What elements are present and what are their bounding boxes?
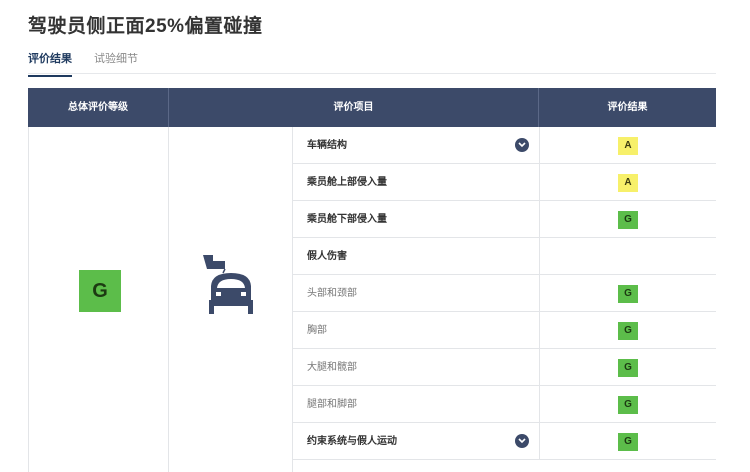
row-label: 头部和颈部 (307, 288, 357, 299)
result-cell: G (539, 423, 716, 460)
table-row: 乘员舱上部侵入量 A (293, 164, 716, 201)
grade-badge: G (618, 359, 638, 377)
result-cell: G (539, 275, 716, 312)
grade-badge: G (618, 285, 638, 303)
table-row: 腿部和脚部 G (293, 386, 716, 423)
result-cell: G (539, 386, 716, 423)
offset-crash-car-icon (203, 255, 253, 314)
grade-badge: A (618, 174, 638, 192)
evaluation-rows: 车辆结构 A 乘员舱上部侵入量 A 乘员舱下部侵入量 G 假人伤害 头部和颈部 … (293, 127, 716, 460)
row-label: 胸部 (307, 325, 327, 336)
result-cell: G (539, 349, 716, 386)
table-row: 车辆结构 A (293, 127, 716, 164)
result-cell: G (539, 201, 716, 238)
row-label: 腿部和脚部 (307, 399, 357, 410)
result-cell (539, 238, 716, 275)
row-label: 乘员舱上部侵入量 (307, 177, 387, 188)
header-evaluation-result: 评价结果 (607, 102, 648, 113)
row-label: 假人伤害 (307, 251, 347, 262)
tab-bar: 评价结果 试验细节 (28, 48, 716, 77)
table-row: 头部和颈部 G (293, 275, 716, 312)
grade-badge: G (618, 396, 638, 414)
tab-evaluation-results[interactable]: 评价结果 (28, 50, 72, 77)
row-label: 乘员舱下部侵入量 (307, 214, 387, 225)
header-evaluation-items: 评价项目 (169, 88, 539, 127)
overall-grade-cell: G (28, 127, 169, 472)
grade-badge: G (618, 322, 638, 340)
page-title: 驾驶员侧正面25%偏置碰撞 (28, 16, 263, 37)
table-row: 乘员舱下部侵入量 G (293, 201, 716, 238)
chevron-down-icon[interactable] (515, 138, 529, 152)
table-row: 约束系统与假人运动 G (293, 423, 716, 460)
table-header: 总体评价等级 评价项目 评价结果 (28, 88, 716, 127)
grade-badge: A (618, 137, 638, 155)
row-label: 车辆结构 (307, 140, 347, 151)
grade-badge: G (618, 211, 638, 229)
table-row: 胸部 G (293, 312, 716, 349)
result-cell: A (539, 164, 716, 201)
grade-badge: G (618, 433, 638, 451)
table-row: 大腿和髋部 G (293, 349, 716, 386)
row-label: 约束系统与假人运动 (307, 436, 397, 447)
chevron-down-icon[interactable] (515, 434, 529, 448)
row-label: 大腿和髋部 (307, 362, 357, 373)
crash-icon-cell (169, 127, 293, 472)
overall-grade-badge: G (79, 270, 121, 312)
evaluation-table: 总体评价等级 评价项目 评价结果 G 车辆结构 A 乘员舱上部侵入量 A 乘员舱… (28, 88, 716, 472)
table-row: 假人伤害 (293, 238, 716, 275)
header-overall-grade: 总体评价等级 (28, 88, 169, 127)
tab-test-details[interactable]: 试验细节 (94, 50, 138, 66)
result-cell: G (539, 312, 716, 349)
result-cell: A (539, 127, 716, 164)
